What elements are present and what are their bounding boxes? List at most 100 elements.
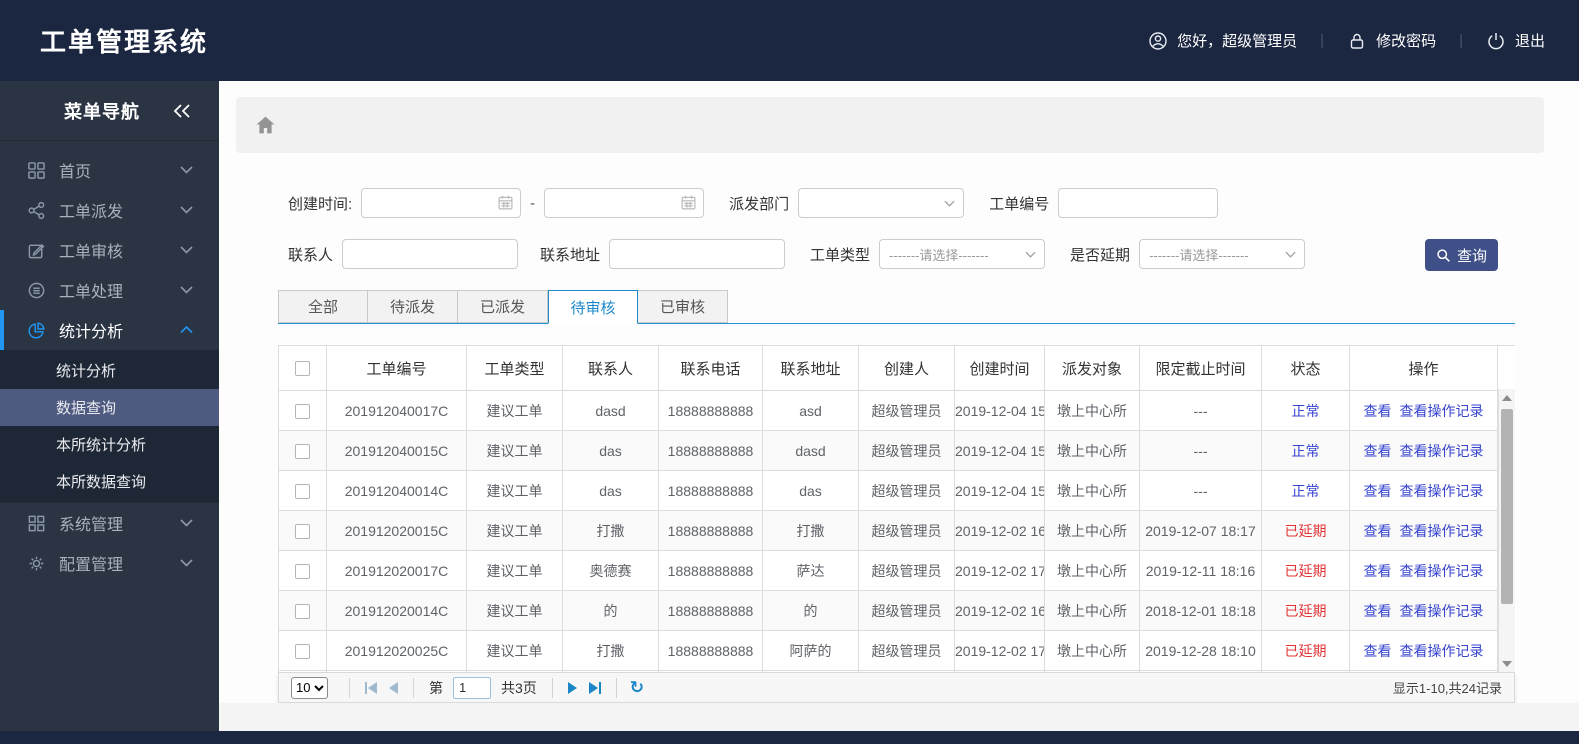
sidebar-item-stats[interactable]: 统计分析 — [0, 310, 219, 350]
table-scrollbar[interactable] — [1498, 389, 1515, 673]
scroll-down-icon[interactable] — [1502, 661, 1512, 667]
action-link[interactable]: 查看 — [1364, 603, 1392, 619]
date-from-input[interactable] — [361, 188, 522, 218]
search-button[interactable]: 查询 — [1425, 239, 1498, 271]
sidebar-item-review[interactable]: 工单审核 — [0, 230, 219, 270]
table-row: 201912020015C 建议工单 打撒 18888888888 打撒 超级管理员 201… — [278, 510, 1515, 551]
column-header: 联系地址 — [762, 345, 859, 391]
sidebar-item-config[interactable]: 配置管理 — [0, 543, 219, 583]
next-page-button[interactable] — [562, 681, 583, 694]
sidebar-item-home[interactable]: 首页 — [0, 150, 219, 190]
scrollbar-thumb[interactable] — [1501, 409, 1513, 604]
order-type-select[interactable]: -------请选择------- — [879, 239, 1046, 269]
order-no-input[interactable] — [1058, 188, 1219, 218]
page-size-select[interactable]: 10 — [291, 676, 328, 699]
column-header: 派发对象 — [1044, 345, 1140, 391]
phone-cell: 18888888888 — [658, 630, 763, 671]
date-to-wrapper — [544, 188, 705, 218]
dispatch-target-cell: 墩上中心所 — [1044, 430, 1140, 471]
sidebar-header: 菜单导航 — [0, 81, 219, 141]
created-time-label: 创建时间: — [288, 195, 353, 213]
content-footer-strip — [219, 703, 1579, 731]
logout-button[interactable]: 退出 — [1486, 30, 1545, 51]
refresh-icon[interactable]: ↻ — [630, 679, 644, 696]
dispatch-target-cell: 墩上中心所 — [1044, 630, 1140, 671]
action-link[interactable]: 查看操作记录 — [1400, 483, 1484, 499]
action-link[interactable]: 查看 — [1364, 403, 1392, 419]
row-checkbox[interactable] — [295, 523, 310, 539]
table-row: 201912020025C 建议工单 打撒 18888888888 阿萨的 超级管理员 20… — [278, 630, 1515, 671]
action-link[interactable]: 查看 — [1364, 483, 1392, 499]
is-delayed-select[interactable]: -------请选择------- — [1139, 239, 1306, 269]
dispatch-dept-select[interactable] — [798, 188, 965, 218]
is-delayed-label: 是否延期 — [1070, 246, 1131, 264]
sidebar-item-label: 首页 — [59, 164, 92, 181]
search-button-label: 查询 — [1456, 247, 1487, 265]
sidebar-item-system[interactable]: 系统管理 — [0, 503, 219, 543]
action-link[interactable]: 查看操作记录 — [1400, 563, 1484, 579]
action-link[interactable]: 查看操作记录 — [1400, 643, 1484, 659]
address-cell: dasd — [762, 430, 859, 471]
row-checkbox[interactable] — [295, 563, 310, 579]
order-type-value: -------请选择------- — [889, 247, 989, 263]
user-greeting[interactable]: 您好，超级管理员 — [1148, 30, 1297, 51]
sidebar-item-label: 系统管理 — [59, 517, 124, 534]
status-badge: 已延期 — [1261, 630, 1350, 671]
total-pages-label: 共3页 — [501, 679, 537, 696]
address-input[interactable] — [609, 239, 786, 269]
table-row: 201912040014C 建议工单 das 18888888888 das 超级管理员 2… — [278, 470, 1515, 511]
actions-cell: 查看 查看操作记录 — [1349, 590, 1498, 631]
row-checkbox[interactable] — [295, 483, 310, 499]
tab-待审核[interactable]: 待审核 — [548, 290, 638, 324]
row-select-cell — [278, 390, 327, 431]
action-link[interactable]: 查看操作记录 — [1400, 603, 1484, 619]
pager-divider — [551, 677, 553, 698]
top-header-bar: 工单管理系统 您好，超级管理员 | 修改密码 | 退出 — [0, 0, 1579, 81]
action-link[interactable]: 查看 — [1364, 563, 1392, 579]
column-header: 创建时间 — [954, 345, 1045, 391]
first-page-button[interactable] — [359, 681, 383, 694]
tab-全部[interactable]: 全部 — [278, 290, 368, 323]
tab-待派发[interactable]: 待派发 — [368, 290, 458, 323]
action-link[interactable]: 查看操作记录 — [1400, 523, 1484, 539]
last-page-button[interactable] — [583, 681, 607, 694]
table-row: 201912020017C 建议工单 奥德赛 18888888888 萨达 超级管理员 20… — [278, 550, 1515, 591]
sidebar-item-dispatch[interactable]: 工单派发 — [0, 190, 219, 230]
home-icon[interactable] — [255, 115, 276, 135]
actions-cell: 查看 查看操作记录 — [1349, 470, 1498, 511]
change-password-button[interactable]: 修改密码 — [1347, 30, 1436, 51]
sidebar-subitem[interactable]: 数据查询 — [0, 389, 219, 426]
action-link[interactable]: 查看 — [1364, 443, 1392, 459]
sidebar-item-label: 统计分析 — [59, 324, 124, 341]
contact-input[interactable] — [342, 239, 519, 269]
creator-cell: 超级管理员 — [858, 430, 955, 471]
dispatch-target-cell: 墩上中心所 — [1044, 390, 1140, 431]
deadline-cell: --- — [1139, 470, 1262, 511]
row-checkbox[interactable] — [295, 603, 310, 619]
action-link[interactable]: 查看 — [1364, 643, 1392, 659]
action-link[interactable]: 查看操作记录 — [1400, 443, 1484, 459]
sidebar-subitem[interactable]: 本所统计分析 — [0, 426, 219, 463]
tab-已审核[interactable]: 已审核 — [638, 290, 728, 323]
tab-已派发[interactable]: 已派发 — [458, 290, 548, 323]
created-time-cell: 2019-12-04 15 — [954, 470, 1045, 511]
prev-page-button[interactable] — [383, 681, 404, 694]
sidebar-subitem[interactable]: 本所数据查询 — [0, 463, 219, 500]
is-delayed-value: -------请选择------- — [1149, 247, 1249, 263]
action-link[interactable]: 查看 — [1364, 523, 1392, 539]
chevron-down-icon — [180, 286, 193, 294]
row-checkbox[interactable] — [295, 403, 310, 419]
deadline-cell: 2019-12-07 18:17 — [1139, 510, 1262, 551]
row-checkbox[interactable] — [295, 443, 310, 459]
action-link[interactable]: 查看操作记录 — [1400, 403, 1484, 419]
sidebar-subitem[interactable]: 统计分析 — [0, 352, 219, 389]
contact-cell: 的 — [562, 590, 659, 631]
select-all-checkbox[interactable] — [295, 361, 310, 377]
date-to-input[interactable] — [544, 188, 705, 218]
scroll-up-icon[interactable] — [1502, 395, 1512, 401]
address-cell: 萨达 — [762, 550, 859, 591]
page-number-input[interactable] — [453, 676, 491, 699]
row-checkbox[interactable] — [295, 643, 310, 659]
sidebar-item-process[interactable]: 工单处理 — [0, 270, 219, 310]
collapse-sidebar-icon[interactable] — [172, 103, 192, 119]
